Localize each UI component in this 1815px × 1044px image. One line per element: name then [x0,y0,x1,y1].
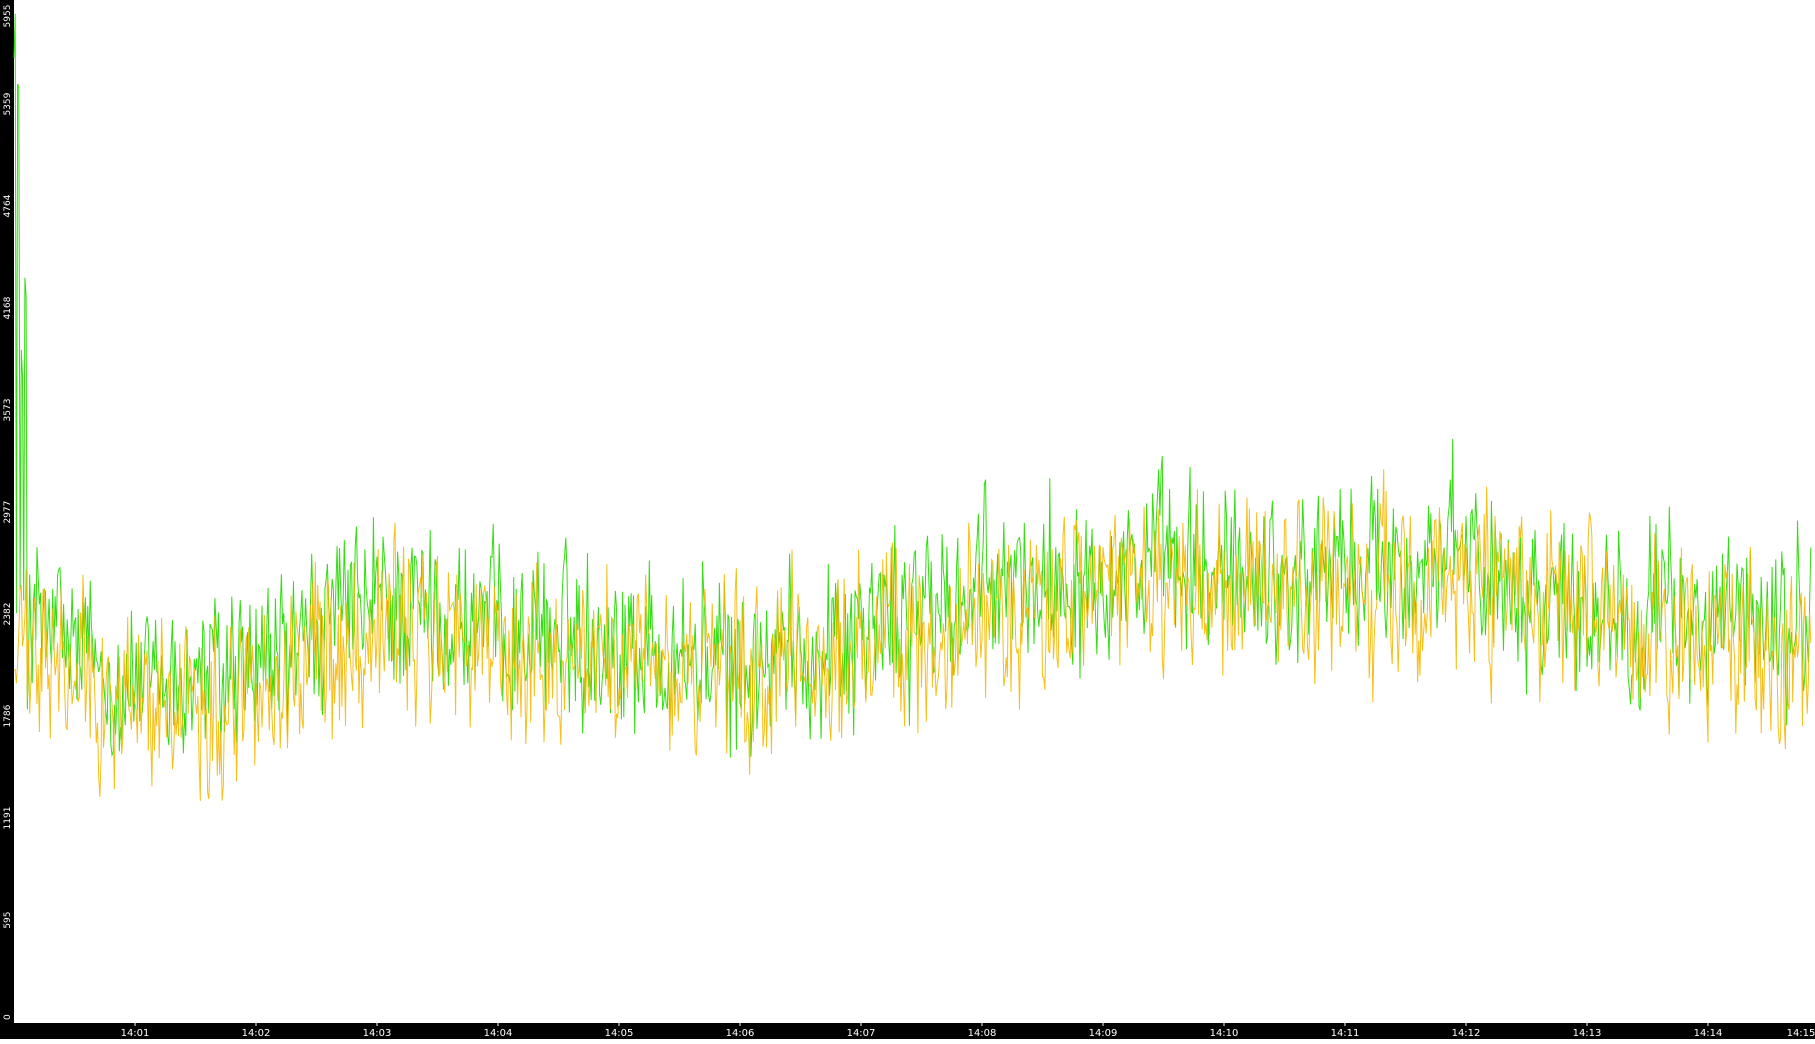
x-tick-label: 14:06 [726,1028,755,1039]
y-tick-label: 5955 [3,5,13,28]
chart: 0 595 1191 1786 2382 2977 3573 4168 4764 5359 5955… [0,0,1815,1039]
x-tick-label: 14:13 [1573,1028,1602,1039]
x-tick-label: 14:07 [847,1028,876,1039]
x-tick-label: 14:14 [1694,1028,1723,1039]
y-tick-label: 0 [3,1014,13,1020]
y-tick-label: 4764 [3,194,13,217]
y-tick-label: 2977 [3,501,13,524]
x-tick-label: 14:12 [1452,1028,1481,1039]
y-tick-label: 2382 [3,603,13,626]
x-tick-label: 14:09 [1089,1028,1118,1039]
x-axis-band [0,1023,1815,1039]
x-tick-label: 14:02 [242,1028,271,1039]
y-tick-label: 595 [3,911,13,928]
x-tick-label: 14:15 [1787,1028,1815,1039]
series-line-2 [13,469,1812,801]
x-tick-label: 14:04 [484,1028,513,1039]
y-tick-label: 5359 [3,92,13,115]
y-tick-label: 3573 [3,399,13,422]
chart-svg: 0 595 1191 1786 2382 2977 3573 4168 4764 5359 5955… [0,0,1815,1039]
x-tick-label: 14:05 [605,1028,634,1039]
x-tick-label: 14:10 [1210,1028,1239,1039]
series-layer [13,13,1812,801]
y-tick-label: 4168 [3,296,13,319]
y-tick-label: 1786 [3,704,13,727]
x-tick-label: 14:08 [968,1028,997,1039]
x-tick-label: 14:03 [363,1028,392,1039]
x-tick-label: 14:01 [121,1028,150,1039]
x-tick-label: 14:11 [1331,1028,1360,1039]
y-tick-label: 1191 [3,807,13,830]
